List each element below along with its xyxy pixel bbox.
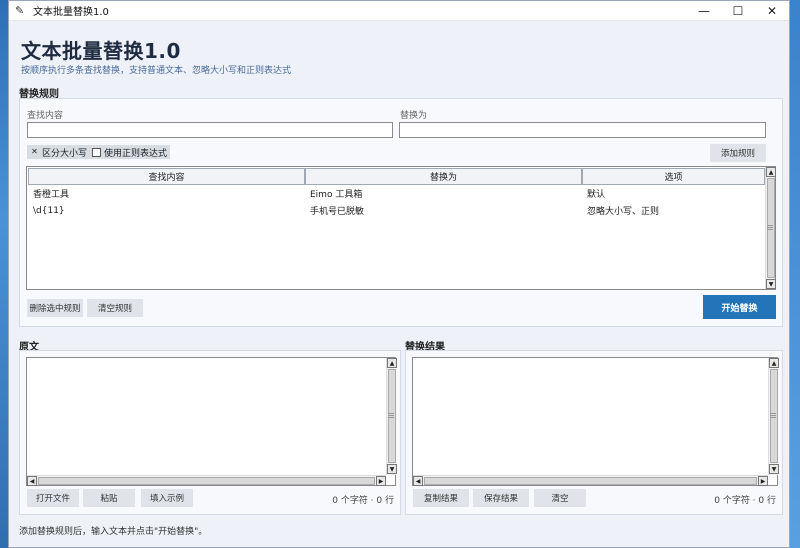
paste-button[interactable]: 粘贴: [83, 489, 135, 507]
regex-checkbox[interactable]: 使用正则表达式: [89, 145, 171, 159]
check-icon: ✕: [31, 147, 38, 156]
page-subtitle: 按顺序执行多条查找替换，支持普通文本、忽略大小写和正则表达式: [21, 66, 292, 76]
rules-panel: 查找内容 替换为 ✕ 区分大小写 使用正则表达式 添加规则 查找内容 替换为 选…: [19, 98, 783, 327]
source-vscrollbar[interactable]: ▲ ▼: [386, 358, 397, 475]
scroll-left-arrow-icon[interactable]: ◀: [27, 476, 37, 486]
table-row[interactable]: \d{11} 手机号已脱敏 忽略大小写、正则: [28, 203, 765, 218]
source-textarea[interactable]: [26, 357, 396, 486]
scroll-down-arrow-icon[interactable]: ▼: [387, 464, 397, 474]
cell-options: 默认: [587, 190, 606, 200]
scroll-grip-icon: [388, 413, 394, 414]
minimize-button[interactable]: —: [687, 1, 721, 21]
scrollbar-thumb[interactable]: [388, 369, 396, 463]
scroll-grip-icon: [770, 417, 776, 418]
replace-input[interactable]: [399, 122, 766, 138]
rules-table-scrollbar[interactable]: ▲ ▼: [765, 167, 776, 289]
delete-rule-button[interactable]: 删除选中规则: [27, 299, 83, 317]
clear-rules-button[interactable]: 清空规则: [87, 299, 143, 317]
result-textarea[interactable]: [412, 357, 778, 486]
scroll-up-arrow-icon[interactable]: ▲: [387, 358, 397, 368]
scroll-down-arrow-icon[interactable]: ▼: [766, 279, 776, 289]
cell-options: 忽略大小写、正则: [587, 207, 660, 217]
scroll-right-arrow-icon[interactable]: ▶: [376, 476, 386, 486]
copy-result-button[interactable]: 复制结果: [413, 489, 469, 507]
scroll-left-arrow-icon[interactable]: ◀: [413, 476, 423, 486]
rules-table: 查找内容 替换为 选项 香橙工具 Eimo 工具箱 默认 \d{11} 手机号已…: [26, 166, 776, 290]
close-button[interactable]: ✕: [755, 1, 789, 21]
scroll-grip-icon: [388, 415, 394, 416]
title-bar[interactable]: ✎ 文本批量替换1.0 — ☐ ✕: [9, 1, 789, 21]
feather-icon: ✎: [15, 3, 25, 17]
scroll-grip-icon: [388, 417, 394, 418]
cell-replace: Eimo 工具箱: [310, 190, 363, 200]
cell-replace: 手机号已脱敏: [310, 207, 365, 217]
desktop-background-right: [790, 0, 800, 548]
cell-find: \d{11}: [33, 205, 65, 216]
scroll-up-arrow-icon[interactable]: ▲: [769, 358, 779, 368]
find-label: 查找内容: [27, 111, 64, 121]
result-vscrollbar[interactable]: ▲ ▼: [768, 358, 779, 475]
open-file-button[interactable]: 打开文件: [27, 489, 79, 507]
find-input[interactable]: [27, 122, 393, 138]
scroll-grip-icon: [770, 415, 776, 416]
cell-find: 香橙工具: [33, 190, 70, 200]
scroll-grip-icon: [767, 229, 773, 230]
fill-sample-button[interactable]: 填入示例: [141, 489, 193, 507]
column-header-options[interactable]: 选项: [582, 168, 765, 185]
case-sensitive-label: 区分大小写: [42, 148, 88, 159]
result-hscrollbar[interactable]: ◀ ▶: [413, 475, 768, 486]
maximize-button[interactable]: ☐: [721, 1, 755, 21]
scrollbar-thumb[interactable]: [38, 477, 375, 485]
clear-result-button[interactable]: 清空: [534, 489, 586, 507]
scroll-down-arrow-icon[interactable]: ▼: [769, 464, 779, 474]
source-hscrollbar[interactable]: ◀ ▶: [27, 475, 386, 486]
scroll-right-arrow-icon[interactable]: ▶: [758, 476, 768, 486]
case-sensitive-checkbox[interactable]: ✕ 区分大小写: [27, 145, 91, 159]
table-row[interactable]: 香橙工具 Eimo 工具箱 默认: [28, 186, 765, 201]
page-title: 文本批量替换1.0: [21, 39, 181, 63]
replace-label: 替换为: [400, 111, 428, 121]
scroll-grip-icon: [767, 227, 773, 228]
scrollbar-thumb[interactable]: [424, 477, 757, 485]
scrollbar-thumb[interactable]: [770, 369, 778, 463]
scrollbar-thumb[interactable]: [767, 178, 775, 278]
window-title: 文本批量替换1.0: [33, 7, 109, 18]
table-header: 查找内容 替换为 选项: [28, 168, 765, 185]
scroll-grip-icon: [767, 225, 773, 226]
unchecked-box-icon: [92, 147, 101, 157]
source-panel: ▲ ▼ ◀ ▶ 打开文件 粘贴 填入示例 0 个字符 · 0 行: [19, 350, 401, 515]
add-rule-button[interactable]: 添加规则: [710, 144, 766, 162]
window-controls: — ☐ ✕: [687, 1, 789, 21]
start-replace-button[interactable]: 开始替换: [703, 295, 776, 319]
column-header-replace[interactable]: 替换为: [305, 168, 582, 185]
result-panel: ▲ ▼ ◀ ▶ 复制结果 保存结果 清空 0 个字符 · 0 行: [405, 350, 783, 515]
source-char-count: 0 个字符 · 0 行: [332, 496, 394, 506]
column-header-find[interactable]: 查找内容: [28, 168, 305, 185]
result-char-count: 0 个字符 · 0 行: [714, 496, 776, 506]
app-window: ✎ 文本批量替换1.0 — ☐ ✕ 文本批量替换1.0 按顺序执行多条查找替换，…: [8, 0, 790, 548]
scroll-grip-icon: [770, 413, 776, 414]
save-result-button[interactable]: 保存结果: [473, 489, 529, 507]
status-bar: 添加替换规则后，输入文本并点击"开始替换"。: [19, 527, 208, 537]
regex-label: 使用正则表达式: [104, 148, 168, 159]
scroll-up-arrow-icon[interactable]: ▲: [766, 167, 776, 177]
